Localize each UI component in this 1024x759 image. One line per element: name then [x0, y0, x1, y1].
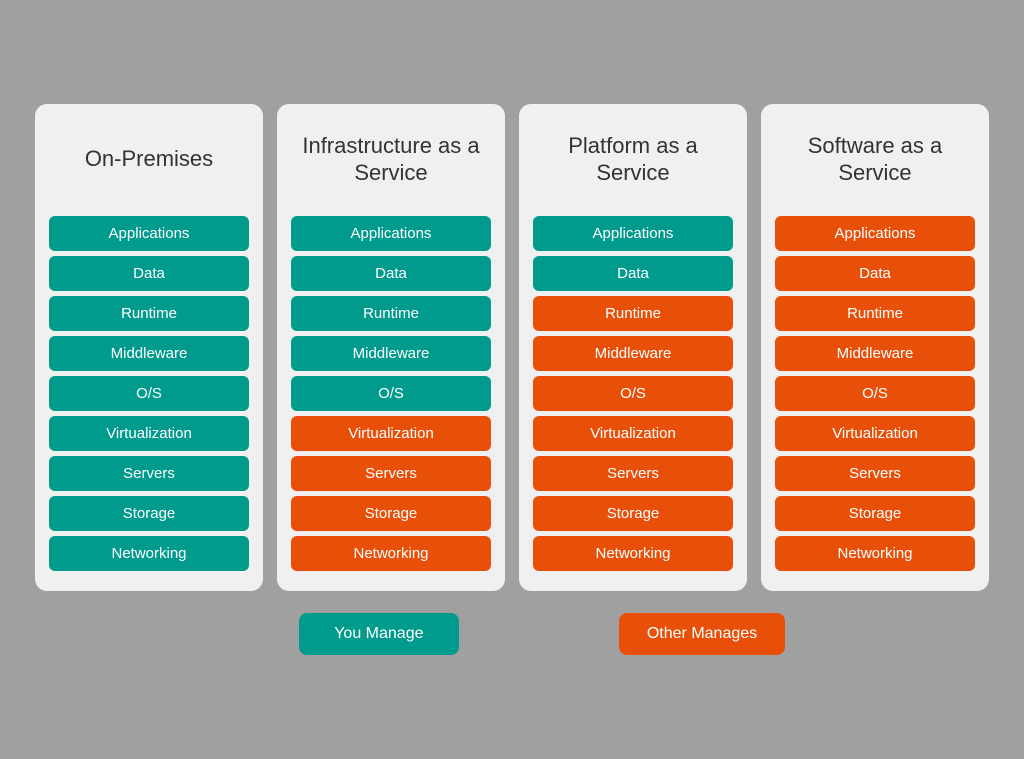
item-badge-middleware-paas: Middleware: [533, 336, 733, 371]
item-badge-data-saas: Data: [775, 256, 975, 291]
item-badge-middleware-iaas: Middleware: [291, 336, 491, 371]
item-badge-applications-paas: Applications: [533, 216, 733, 251]
item-badge-data-iaas: Data: [291, 256, 491, 291]
item-badge-virtualization-on-premises: Virtualization: [49, 416, 249, 451]
item-badge-networking-iaas: Networking: [291, 536, 491, 571]
items-list-iaas: Applications Data Runtime Middleware O/S Virt…: [291, 216, 491, 571]
item-badge-applications-on-premises: Applications: [49, 216, 249, 251]
main-container: On-Premises Applications Data Runtime Middle…: [0, 84, 1024, 675]
items-list-on-premises: Applications Data Runtime Middleware O/S Virt…: [49, 216, 249, 571]
item-badge-servers-saas: Servers: [775, 456, 975, 491]
item-badge-applications-iaas: Applications: [291, 216, 491, 251]
item-badge-runtime-iaas: Runtime: [291, 296, 491, 331]
column-saas: Software as a Service Applications Data Run…: [761, 104, 989, 591]
item-badge-networking-saas: Networking: [775, 536, 975, 571]
column-on-premises: On-Premises Applications Data Runtime Middle…: [35, 104, 263, 591]
item-badge-middleware-saas: Middleware: [775, 336, 975, 371]
column-title-paas: Platform as a Service: [533, 124, 733, 194]
item-badge-servers-iaas: Servers: [291, 456, 491, 491]
item-badge-networking-paas: Networking: [533, 536, 733, 571]
item-badge-o/s-saas: O/S: [775, 376, 975, 411]
item-badge-servers-paas: Servers: [533, 456, 733, 491]
item-badge-o/s-iaas: O/S: [291, 376, 491, 411]
item-badge-virtualization-iaas: Virtualization: [291, 416, 491, 451]
item-badge-storage-paas: Storage: [533, 496, 733, 531]
column-title-on-premises: On-Premises: [85, 124, 213, 194]
item-badge-o/s-on-premises: O/S: [49, 376, 249, 411]
item-badge-data-on-premises: Data: [49, 256, 249, 291]
items-list-saas: Applications Data Runtime Middleware O/S Virt…: [775, 216, 975, 571]
column-title-iaas: Infrastructure as a Service: [291, 124, 491, 194]
item-badge-storage-saas: Storage: [775, 496, 975, 531]
item-badge-runtime-saas: Runtime: [775, 296, 975, 331]
item-badge-o/s-paas: O/S: [533, 376, 733, 411]
other-manages-badge: Other Manages: [619, 613, 785, 655]
item-badge-middleware-on-premises: Middleware: [49, 336, 249, 371]
column-iaas: Infrastructure as a Service Applications D…: [277, 104, 505, 591]
column-title-saas: Software as a Service: [775, 124, 975, 194]
item-badge-virtualization-paas: Virtualization: [533, 416, 733, 451]
item-badge-networking-on-premises: Networking: [49, 536, 249, 571]
item-badge-storage-iaas: Storage: [291, 496, 491, 531]
item-badge-storage-on-premises: Storage: [49, 496, 249, 531]
item-badge-servers-on-premises: Servers: [49, 456, 249, 491]
columns-row: On-Premises Applications Data Runtime Middle…: [20, 104, 1004, 591]
item-badge-data-paas: Data: [533, 256, 733, 291]
item-badge-runtime-paas: Runtime: [533, 296, 733, 331]
item-badge-virtualization-saas: Virtualization: [775, 416, 975, 451]
you-manage-badge: You Manage: [299, 613, 459, 655]
legend-row: You Manage Other Manages: [20, 613, 1004, 655]
item-badge-runtime-on-premises: Runtime: [49, 296, 249, 331]
column-paas: Platform as a Service Applications Data Run…: [519, 104, 747, 591]
items-list-paas: Applications Data Runtime Middleware O/S Virt…: [533, 216, 733, 571]
item-badge-applications-saas: Applications: [775, 216, 975, 251]
